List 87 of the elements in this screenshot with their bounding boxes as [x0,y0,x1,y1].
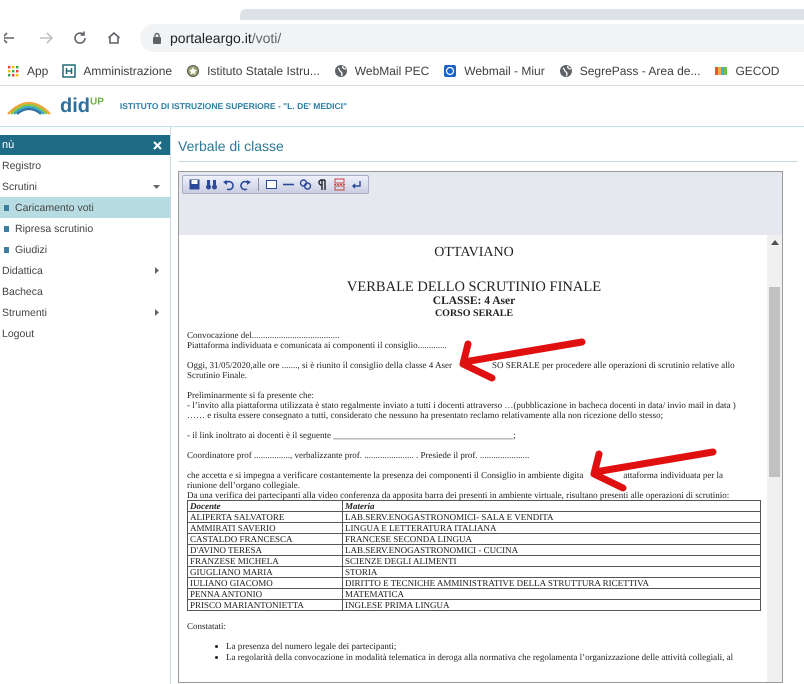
document-text: attaforma individuata per la [623,470,724,480]
document-text: Preliminarmente si fa presente che: [187,390,314,400]
table-cell: PENNA ANTONIO [188,588,342,600]
table-cell: DIRITTO E TECNICHE AMMINISTRATIVE DELLA STRUTTURA RICETTIVA [342,578,760,588]
bookmark[interactable]: Amministrazione [62,64,172,78]
sidebar-item[interactable]: Giudizi [0,239,170,260]
globe-icon [334,64,348,78]
item-icon [4,204,10,212]
document-text: …… e risulta essere consegnato a tutti, considerato che nessuno ha presentato reclamo relativamente alla non ricezione dello stesso; [187,410,664,420]
document-text: Oggi, 31/05/2020,alle ore ......., si è riunito il consiglio della classe 4 Aser [187,360,452,370]
list-item: La presenza del numero legale dei partecipanti; [226,641,396,652]
sidebar-item[interactable]: Registro [0,155,170,176]
address-bar[interactable]: portaleargo.it/voti/ [140,24,804,52]
bullet-icon [215,645,218,648]
page-break-icon[interactable] [333,178,346,191]
table-cell: LAB.SERV.ENOGASTRONOMICI- SALA E VENDITA [342,512,760,522]
table-cell: PRISCO MARIANTONIETTA [188,600,342,610]
item-icon [4,246,10,254]
home-icon[interactable] [106,30,122,46]
table-cell: IULIANO GIACOMO [188,578,342,588]
document-heading: VERBALE DELLO SCRUTINIO FINALE [346,279,602,295]
apps-grid-icon [6,64,20,78]
document-text: SO SERALE per procedere alle operazioni di scrutinio relative allo [492,360,735,370]
table-cell: ALIPERTA SALVATORE [188,512,342,522]
scrollbar[interactable] [767,235,782,682]
item-icon [4,224,10,232]
table-cell: CASTALDO FRANCESCA [188,534,342,544]
binoculars-icon[interactable] [205,178,218,191]
table-cell: GIUGLIANO MARIA [188,566,342,578]
save-icon[interactable] [188,178,201,191]
table-cell: LAB.SERV.ENOGASTRONOMICI - CUCINA [342,544,760,556]
document-text: che accetta e si impegna a verificare costantemente la presenza dei componenti il Consiglio in ambiente digita [187,470,584,480]
table-cell: LINGUA E LETTERATURA ITALIANA [342,522,760,534]
list-item: La regolarità della convocazione in modalità telematica in deroga alla normativa che regolamenta l’organizzazione delle attività collegiali, al [226,652,734,663]
h-letter-icon [62,64,76,78]
bookmark[interactable]: GECOD [714,64,780,78]
bookmark[interactable]: Istituto Statale Istru... [186,64,320,78]
table-cell: D'AVINO TERESA [188,544,342,556]
bookmark[interactable]: SegrePass - Area de... [558,64,700,78]
sidebar-item[interactable]: Ripresa scrutinio [0,218,170,239]
bookmark[interactable]: Webmail - Miur [443,64,545,78]
table-cell: MATEMATICA [342,588,760,600]
frame-icon[interactable] [265,178,278,191]
redo-icon[interactable] [239,178,252,191]
document-text: - il link inoltrato ai docenti è il seguente ________________________________________; [187,430,516,440]
document-heading: CLASSE: 4 Aser [432,295,516,308]
document-text: riunione dell’organo collegiale. [187,480,300,490]
table-cell: INGLESE PRIMA LINGUA [342,600,760,610]
document-text: Scrutinio Finale. [187,370,247,380]
table-header: Materia [342,500,760,512]
sidebar-item[interactable]: Caricamento voti [0,197,170,218]
sidebar-item[interactable]: Logout [0,323,170,344]
globe-icon [558,64,573,78]
document-text: - l’invito alla piattaforma utilizzata è stato regalmente inviato a tutti i docenti attraverso …(pubblicazione in bacheca docenti in data/ invio mail in data ) [187,400,736,410]
bookmark[interactable]: WebMail PEC [334,64,430,78]
table-header: Docente [188,500,342,512]
app-logo: did$^{UP}$ [60,94,104,118]
document-text: Da una verifica dei partecipanti alla video conferenza da apposita barra dei presenti in ambiente virtuale, risultano presenti alle operazioni di scrutinio: [187,490,730,500]
undo-icon[interactable] [222,178,235,191]
document-heading: OTTAVIANO [433,245,515,261]
document-heading: CORSO SERALE [434,308,514,320]
bullet-icon [215,656,218,659]
table-cell: SCIENZE DEGLI ALIMENTI [342,556,760,566]
link-icon[interactable] [299,178,312,191]
sidebar-item[interactable]: Strumenti [0,302,170,323]
page-title: Verbale di classe [178,131,798,162]
table-cell: FRANCESE SECONDA LINGUA [342,534,760,544]
document-text: Constatati: [187,621,226,631]
document-text: Piattaforma individuata e comunicata ai componenti il consiglio............. [187,340,447,350]
table-cell: STORIA [342,566,760,578]
sidebar-item[interactable]: Scrutini [0,176,170,197]
lock-icon [152,32,162,44]
close-icon[interactable] [153,140,162,150]
reload-icon[interactable] [72,30,88,46]
sidebar-item[interactable]: Bacheca [0,281,170,302]
scroll-up-icon[interactable] [770,239,778,247]
circle-tile-icon [443,64,458,78]
sidebar-item[interactable]: Didattica [0,260,170,281]
menu-header: nù [0,135,170,155]
school-name: ISTITUTO DI ISTRUZIONE SUPERIORE - "L. DE' MEDICI" [120,101,348,111]
emblem-icon [186,64,200,78]
document-text: Convocazione del....................................... [187,330,340,340]
document-text: Coordinatore prof ................, verbalizzante prof. ...................... . Presiede il prof. ...................... [187,450,530,460]
table-cell: AMMIRATI SAVERIO [188,522,342,534]
line-break-icon[interactable] [350,178,363,191]
table-cell: FRANZESE MICHELA [188,556,342,566]
bookmark[interactable]: App [6,64,48,78]
